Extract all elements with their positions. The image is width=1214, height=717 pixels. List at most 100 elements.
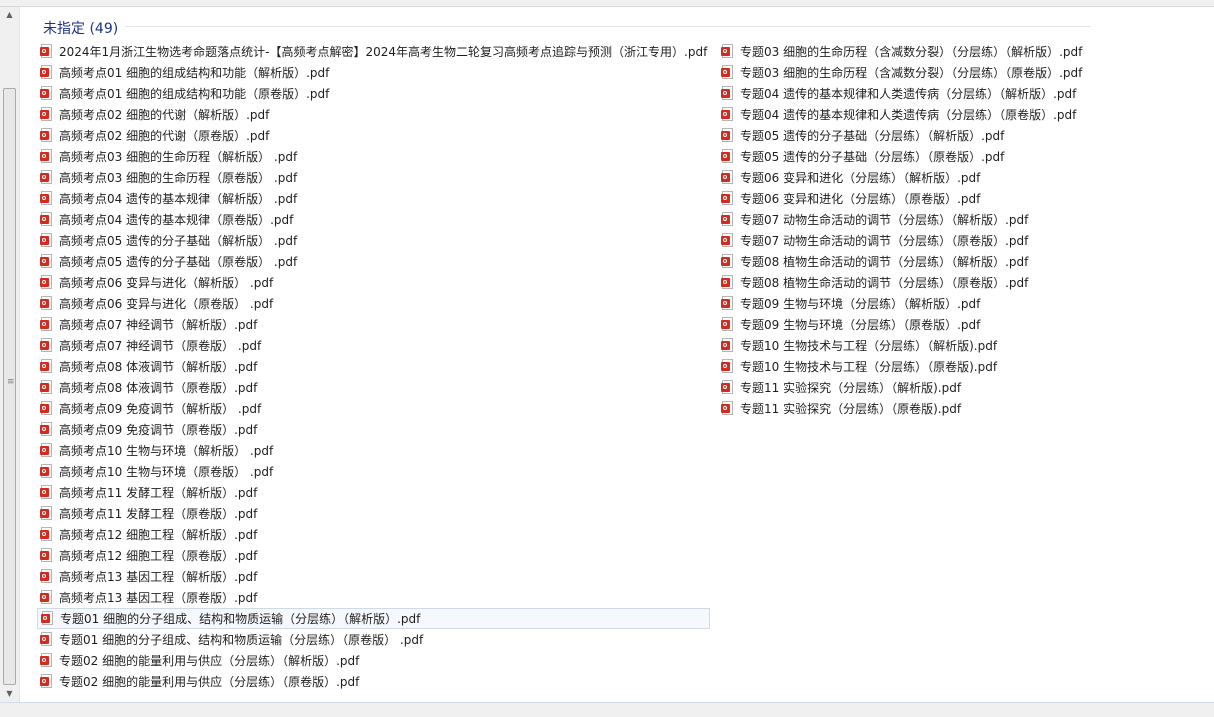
file-item[interactable]: 高频考点03 细胞的生命历程（解析版） .pdf — [37, 146, 710, 167]
file-item[interactable]: 高频考点05 遗传的分子基础（原卷版） .pdf — [37, 251, 710, 272]
pdf-file-icon — [721, 128, 734, 143]
pdf-file-icon — [721, 191, 734, 206]
group-title: 未指定 (49) — [43, 21, 119, 37]
pdf-file-icon — [40, 422, 53, 437]
file-name: 高频考点09 免疫调节（解析版） .pdf — [59, 402, 262, 416]
file-item[interactable]: 高频考点07 神经调节（原卷版） .pdf — [37, 335, 710, 356]
file-name: 高频考点13 基因工程（解析版）.pdf — [59, 570, 258, 584]
file-name: 高频考点08 体液调节（解析版）.pdf — [59, 360, 258, 374]
pdf-file-icon — [40, 569, 53, 584]
scroll-up-arrow-icon[interactable]: ▲ — [0, 7, 19, 23]
file-item[interactable]: 高频考点05 遗传的分子基础（解析版） .pdf — [37, 230, 710, 251]
scroll-down-arrow-icon[interactable]: ▼ — [0, 686, 19, 702]
pdf-file-icon — [721, 317, 734, 332]
file-item[interactable]: 高频考点11 发酵工程（解析版）.pdf — [37, 482, 710, 503]
top-edge — [0, 0, 1214, 7]
file-item[interactable]: 专题09 生物与环境（分层练）（原卷版）.pdf — [718, 314, 1085, 335]
file-name: 2024年1月浙江生物选考命题落点统计-【高频考点解密】2024年高考生物二轮复… — [59, 45, 708, 59]
file-name: 高频考点04 遗传的基本规律（原卷版）.pdf — [59, 213, 294, 227]
file-item[interactable]: 高频考点02 细胞的代谢（解析版）.pdf — [37, 104, 710, 125]
file-item[interactable]: 专题03 细胞的生命历程（含减数分裂）（分层练）（解析版）.pdf — [718, 41, 1085, 62]
file-item[interactable]: 专题10 生物技术与工程（分层练）（解析版).pdf — [718, 335, 1085, 356]
file-item[interactable]: 高频考点04 遗传的基本规律（解析版） .pdf — [37, 188, 710, 209]
file-item[interactable]: 专题09 生物与环境（分层练）（解析版）.pdf — [718, 293, 1085, 314]
file-item[interactable]: 高频考点11 发酵工程（原卷版）.pdf — [37, 503, 710, 524]
file-item[interactable]: 专题02 细胞的能量利用与供应（分层练）（解析版）.pdf — [37, 650, 710, 671]
file-item[interactable]: 高频考点03 细胞的生命历程（原卷版） .pdf — [37, 167, 710, 188]
pdf-file-icon — [40, 44, 53, 59]
file-item[interactable]: 高频考点08 体液调节（原卷版）.pdf — [37, 377, 710, 398]
pdf-file-icon — [40, 485, 53, 500]
file-item[interactable]: 2024年1月浙江生物选考命题落点统计-【高频考点解密】2024年高考生物二轮复… — [37, 41, 710, 62]
file-name: 专题08 植物生命活动的调节（分层练）（原卷版）.pdf — [740, 276, 1029, 290]
file-item[interactable]: 高频考点10 生物与环境（原卷版） .pdf — [37, 461, 710, 482]
file-name: 高频考点10 生物与环境（原卷版） .pdf — [59, 465, 274, 479]
file-item[interactable]: 高频考点02 细胞的代谢（原卷版）.pdf — [37, 125, 710, 146]
pdf-file-icon — [40, 632, 53, 647]
file-item[interactable]: 高频考点04 遗传的基本规律（原卷版）.pdf — [37, 209, 710, 230]
file-item[interactable]: 专题05 遗传的分子基础（分层练）（原卷版）.pdf — [718, 146, 1085, 167]
file-item[interactable]: 专题03 细胞的生命历程（含减数分裂）（分层练）（原卷版）.pdf — [718, 62, 1085, 83]
pdf-file-icon — [40, 527, 53, 542]
file-name: 专题10 生物技术与工程（分层练）（解析版).pdf — [740, 339, 998, 353]
file-item[interactable]: 高频考点01 细胞的组成结构和功能（解析版）.pdf — [37, 62, 710, 83]
file-item[interactable]: 高频考点08 体液调节（解析版）.pdf — [37, 356, 710, 377]
file-name: 高频考点12 细胞工程（原卷版）.pdf — [59, 549, 258, 563]
file-item[interactable]: 高频考点13 基因工程（原卷版）.pdf — [37, 587, 710, 608]
file-name: 高频考点06 变异与进化（原卷版） .pdf — [59, 297, 274, 311]
file-item[interactable]: 高频考点06 变异与进化（原卷版） .pdf — [37, 293, 710, 314]
pdf-file-icon — [721, 380, 734, 395]
file-item[interactable]: 高频考点09 免疫调节（原卷版）.pdf — [37, 419, 710, 440]
file-item[interactable]: 专题02 细胞的能量利用与供应（分层练）（原卷版）.pdf — [37, 671, 710, 692]
vertical-scrollbar[interactable]: ▲ ≡ ▼ — [0, 7, 20, 702]
file-item[interactable]: 专题08 植物生命活动的调节（分层练）（解析版）.pdf — [718, 251, 1085, 272]
file-item[interactable]: 专题04 遗传的基本规律和人类遗传病（分层练）（原卷版）.pdf — [718, 104, 1085, 125]
file-item[interactable]: 高频考点12 细胞工程（原卷版）.pdf — [37, 545, 710, 566]
file-item[interactable]: 高频考点07 神经调节（解析版）.pdf — [37, 314, 710, 335]
file-item[interactable]: 专题11 实验探究（分层练）（原卷版).pdf — [718, 398, 1085, 419]
pdf-file-icon — [721, 170, 734, 185]
file-item[interactable]: 高频考点09 免疫调节（解析版） .pdf — [37, 398, 710, 419]
pdf-file-icon — [40, 590, 53, 605]
file-item[interactable]: 高频考点12 细胞工程（解析版）.pdf — [37, 524, 710, 545]
scrollbar-thumb[interactable]: ≡ — [3, 88, 16, 685]
file-item[interactable]: 专题06 变异和进化（分层练）（原卷版）.pdf — [718, 188, 1085, 209]
file-name: 专题09 生物与环境（分层练）（原卷版）.pdf — [740, 318, 981, 332]
file-name: 专题02 细胞的能量利用与供应（分层练）（解析版）.pdf — [59, 654, 360, 668]
file-item[interactable]: 专题04 遗传的基本规律和人类遗传病（分层练）（解析版）.pdf — [718, 83, 1085, 104]
file-item[interactable]: 高频考点10 生物与环境（解析版） .pdf — [37, 440, 710, 461]
file-name: 专题08 植物生命活动的调节（分层练）（解析版）.pdf — [740, 255, 1029, 269]
file-item[interactable]: 专题07 动物生命活动的调节（分层练）（原卷版）.pdf — [718, 230, 1085, 251]
pdf-file-icon — [41, 611, 54, 626]
pdf-file-icon — [721, 359, 734, 374]
file-name: 高频考点11 发酵工程（原卷版）.pdf — [59, 507, 258, 521]
file-name: 专题11 实验探究（分层练）（解析版).pdf — [740, 381, 962, 395]
file-name: 专题11 实验探究（分层练）（原卷版).pdf — [740, 402, 962, 416]
pdf-file-icon — [40, 233, 53, 248]
file-item[interactable]: 专题06 变异和进化（分层练）（解析版）.pdf — [718, 167, 1085, 188]
file-list-column-right: 专题03 细胞的生命历程（含减数分裂）（分层练）（解析版）.pdf 专题03 细胞… — [718, 41, 1085, 419]
pdf-file-icon — [40, 212, 53, 227]
file-name: 高频考点03 细胞的生命历程（解析版） .pdf — [59, 150, 298, 164]
file-name: 专题06 变异和进化（分层练）（原卷版）.pdf — [740, 192, 981, 206]
file-name: 高频考点01 细胞的组成结构和功能（原卷版）.pdf — [59, 87, 330, 101]
file-item[interactable]: 专题07 动物生命活动的调节（分层练）（解析版）.pdf — [718, 209, 1085, 230]
group-divider — [125, 26, 1091, 27]
file-item[interactable]: 高频考点13 基因工程（解析版）.pdf — [37, 566, 710, 587]
file-name: 专题05 遗传的分子基础（分层练）（原卷版）.pdf — [740, 150, 1005, 164]
file-name: 高频考点09 免疫调节（原卷版）.pdf — [59, 423, 258, 437]
file-item[interactable]: 高频考点06 变异与进化（解析版） .pdf — [37, 272, 710, 293]
file-item[interactable]: 专题11 实验探究（分层练）（解析版).pdf — [718, 377, 1085, 398]
pdf-file-icon — [721, 401, 734, 416]
file-name: 高频考点08 体液调节（原卷版）.pdf — [59, 381, 258, 395]
file-item[interactable]: 专题10 生物技术与工程（分层练）（原卷版).pdf — [718, 356, 1085, 377]
file-item[interactable]: 专题05 遗传的分子基础（分层练）（解析版）.pdf — [718, 125, 1085, 146]
file-item[interactable]: 专题08 植物生命活动的调节（分层练）（原卷版）.pdf — [718, 272, 1085, 293]
pdf-file-icon — [721, 44, 734, 59]
group-header[interactable]: 未指定 (49) — [43, 14, 1091, 38]
file-item[interactable]: 专题01 细胞的分子组成、结构和物质运输（分层练）（解析版）.pdf — [37, 608, 711, 629]
file-item[interactable]: 高频考点01 细胞的组成结构和功能（原卷版）.pdf — [37, 83, 710, 104]
pdf-file-icon — [40, 380, 53, 395]
file-name: 高频考点06 变异与进化（解析版） .pdf — [59, 276, 274, 290]
file-item[interactable]: 专题01 细胞的分子组成、结构和物质运输（分层练）（原卷版） .pdf — [37, 629, 710, 650]
